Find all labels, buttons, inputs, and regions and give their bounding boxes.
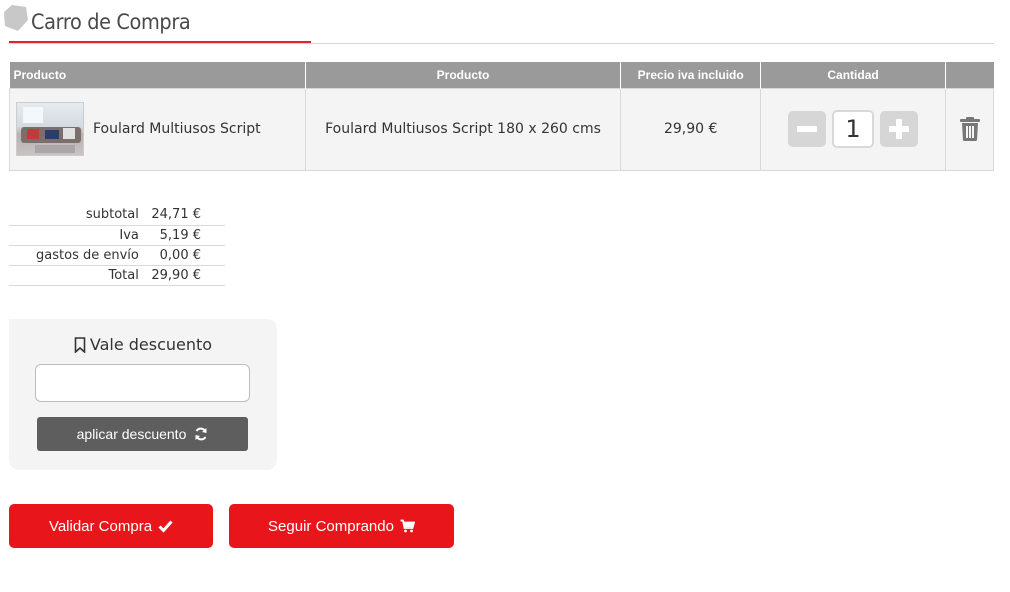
bookmark-icon — [74, 336, 86, 353]
product-description: Foulard Multiusos Script 180 x 260 cms — [304, 87, 622, 171]
increase-quantity-button[interactable] — [880, 111, 919, 147]
column-header-price: Precio iva incluido — [620, 62, 762, 88]
quantity-stepper — [761, 110, 945, 148]
totals-value: 29,90 € — [142, 265, 225, 286]
totals-row-shipping: gastos de envío 0,00 € — [9, 245, 225, 266]
apply-discount-label: aplicar descuento — [76, 426, 187, 442]
check-icon — [158, 520, 173, 533]
totals-row-iva: Iva 5,19 € — [9, 225, 225, 246]
page-header: Carro de Compra — [0, 0, 1000, 46]
cart-table: Producto Producto Precio iva incluido Ca… — [9, 62, 994, 171]
decrease-quantity-button[interactable] — [788, 111, 827, 147]
totals-label: subtotal — [9, 205, 143, 226]
product-thumbnail[interactable] — [16, 102, 84, 156]
quantity-cell — [760, 87, 946, 171]
totals-value: 5,19 € — [142, 225, 225, 246]
page-title: Carro de Compra — [31, 10, 191, 34]
totals-row-subtotal: subtotal 24,71 € — [9, 205, 225, 226]
discount-panel: Vale descuento aplicar descuento — [9, 319, 277, 470]
discount-title-text: Vale descuento — [89, 335, 213, 354]
totals-value: 24,71 € — [142, 205, 225, 226]
discount-title: Vale descuento — [9, 335, 277, 354]
delete-cell — [945, 87, 994, 171]
totals-row-total: Total 29,90 € — [9, 265, 225, 286]
validate-purchase-label: Validar Compra — [48, 517, 153, 535]
column-header-quantity: Cantidad — [760, 62, 946, 88]
totals-label: Total — [9, 265, 143, 286]
cart-icon — [400, 519, 415, 533]
refresh-icon — [195, 427, 207, 441]
quantity-input[interactable] — [832, 110, 875, 148]
validate-purchase-button[interactable]: Validar Compra — [9, 504, 213, 548]
totals-label: Iva — [9, 225, 143, 246]
continue-shopping-label: Seguir Comprando — [268, 517, 394, 535]
discount-code-input[interactable] — [35, 364, 250, 402]
order-totals: subtotal 24,71 € Iva 5,19 € gastos de en… — [9, 205, 225, 286]
product-cell: Foulard Multiusos Script — [9, 87, 306, 171]
column-header-product-desc: Producto — [305, 62, 622, 88]
continue-shopping-button[interactable]: Seguir Comprando — [229, 504, 454, 548]
product-name[interactable]: Foulard Multiusos Script — [93, 121, 261, 137]
trash-icon[interactable] — [959, 116, 981, 142]
cart-table-header: Producto Producto Precio iva incluido Ca… — [9, 62, 994, 88]
title-accent-line — [9, 41, 311, 43]
product-price: 29,90 € — [620, 87, 762, 171]
totals-value: 0,00 € — [142, 245, 225, 266]
table-row: Foulard Multiusos Script Foulard Multius… — [9, 87, 994, 171]
column-header-actions — [945, 62, 994, 88]
hexagon-icon — [4, 5, 28, 31]
title-divider — [9, 43, 994, 44]
column-header-product: Producto — [9, 62, 306, 88]
apply-discount-button[interactable]: aplicar descuento — [37, 417, 248, 451]
totals-label: gastos de envío — [9, 245, 143, 266]
